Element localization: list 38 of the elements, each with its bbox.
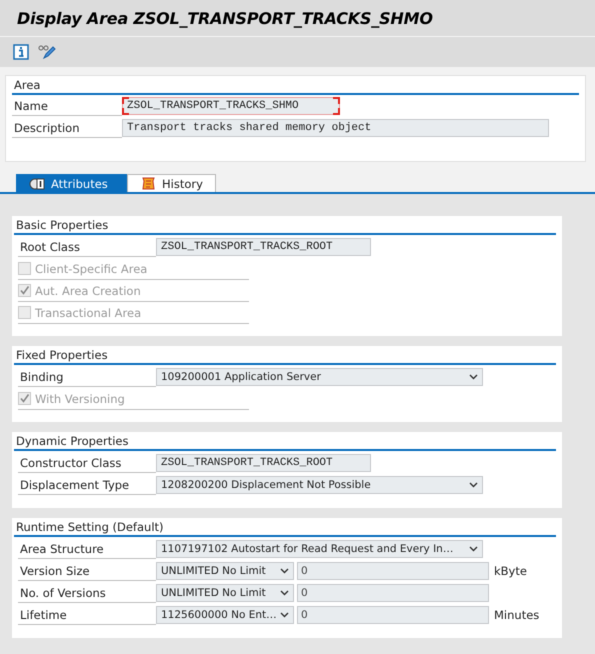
tab[interactable]: Attributes bbox=[16, 174, 127, 192]
tab[interactable]: History bbox=[127, 174, 216, 192]
input-field[interactable]: ZSOL_TRANSPORT_TRACKS_SHMO bbox=[122, 97, 340, 115]
dropdown[interactable]: 1125600000 No Ent… bbox=[156, 606, 294, 624]
input-field[interactable]: 0 bbox=[297, 562, 489, 580]
dropdown[interactable]: 1107197102 Autostart for Read Request and Every In… bbox=[156, 540, 483, 558]
checkbox-label: Aut. Area Creation bbox=[35, 284, 141, 298]
panel-title: Area bbox=[12, 76, 579, 95]
dropdown[interactable]: 109200001 Application Server bbox=[156, 368, 483, 386]
dropdown[interactable]: UNLIMITED No Limit bbox=[156, 584, 294, 602]
input-field[interactable]: Transport tracks shared memory object bbox=[122, 119, 549, 137]
dropdown[interactable]: 1208200200 Displacement Not Possible bbox=[156, 476, 483, 494]
scroll-icon bbox=[140, 177, 156, 190]
dropdown[interactable]: UNLIMITED No Limit bbox=[156, 562, 294, 580]
section-title: Dynamic Properties bbox=[14, 432, 556, 451]
chevron-down-icon bbox=[280, 568, 289, 574]
unit-label: Minutes bbox=[494, 608, 540, 622]
checkbox-label: Transactional Area bbox=[35, 306, 142, 320]
input-field[interactable]: ZSOL_TRANSPORT_TRACKS_ROOT bbox=[156, 454, 371, 472]
input-field[interactable]: 0 bbox=[297, 606, 489, 624]
chevron-down-icon bbox=[280, 590, 289, 596]
unit-label: kByte bbox=[494, 564, 527, 578]
section-title: Fixed Properties bbox=[14, 346, 556, 365]
input-field[interactable]: 0 bbox=[297, 584, 489, 602]
section-title: Runtime Setting (Default) bbox=[14, 518, 556, 537]
section-title: Basic Properties bbox=[14, 216, 556, 235]
input-field[interactable]: ZSOL_TRANSPORT_TRACKS_ROOT bbox=[156, 238, 371, 256]
attributes-icon bbox=[29, 178, 45, 190]
window-title: Display Area ZSOL_TRANSPORT_TRACKS_SHMO bbox=[17, 8, 433, 28]
chevron-down-icon bbox=[280, 612, 289, 618]
checkbox-label: With Versioning bbox=[35, 392, 125, 406]
chevron-down-icon bbox=[469, 482, 478, 488]
chevron-down-icon bbox=[469, 374, 478, 380]
field-label: Name bbox=[12, 96, 122, 116]
checkbox-label: Client-Specific Area bbox=[35, 262, 148, 276]
info-icon[interactable] bbox=[12, 43, 30, 61]
chevron-down-icon bbox=[469, 546, 478, 552]
pencil-icon[interactable] bbox=[38, 43, 56, 61]
